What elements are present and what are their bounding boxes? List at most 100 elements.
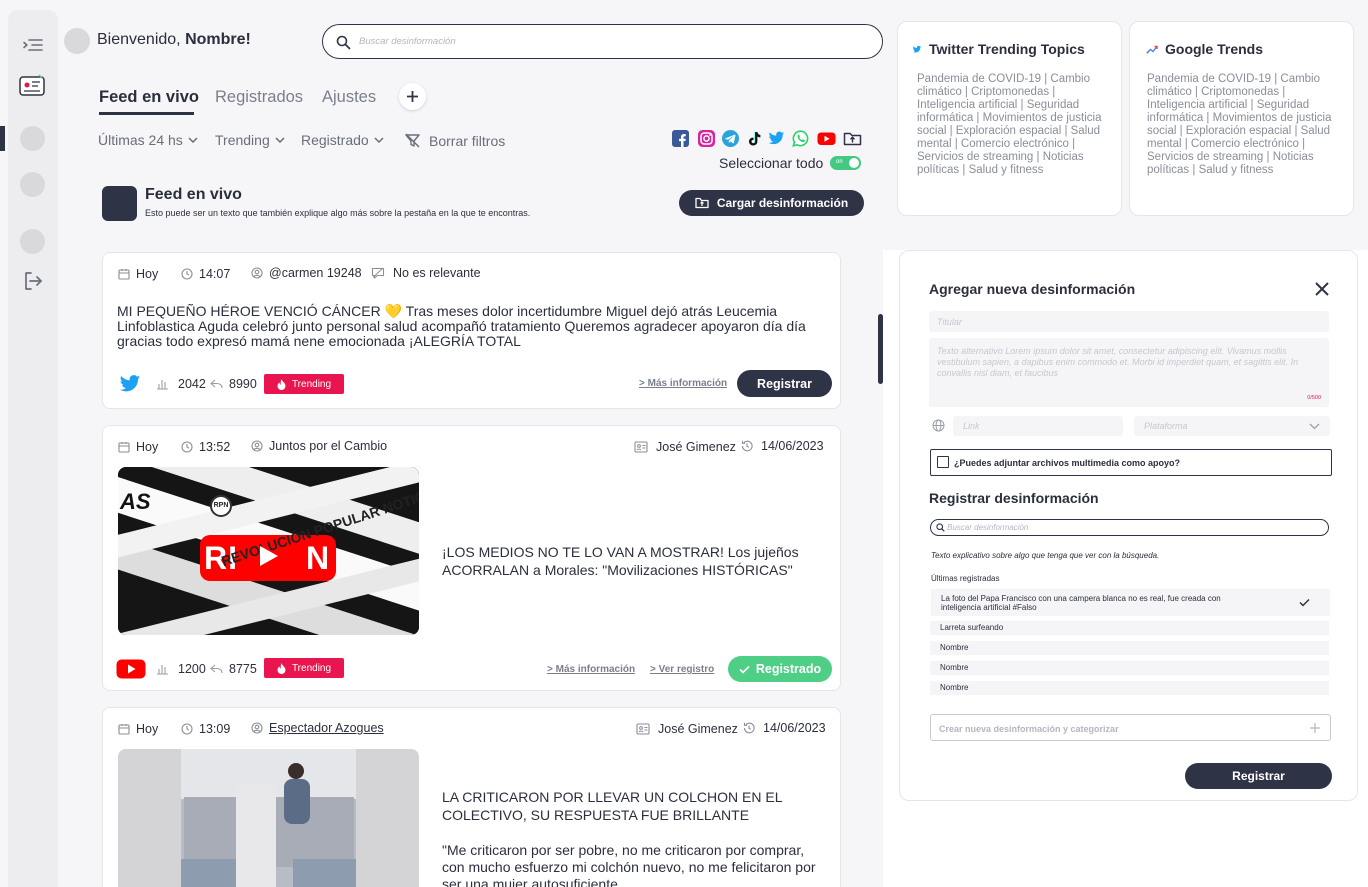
avatar[interactable] xyxy=(64,28,90,54)
attach-checkbox[interactable] xyxy=(937,456,949,468)
post-author-name: Juntos por el Cambio xyxy=(269,439,388,453)
more-info-link[interactable]: > Más información xyxy=(547,664,635,675)
link-input[interactable]: Link xyxy=(953,416,1123,436)
search-icon xyxy=(336,35,351,50)
filter-time-label: Últimas 24 hs xyxy=(98,132,183,148)
post-author[interactable]: @carmen 19248 xyxy=(251,266,362,280)
recent-item[interactable]: Nombre xyxy=(930,641,1329,655)
post-shares: 8990 xyxy=(210,377,257,391)
filter-off-icon xyxy=(405,133,420,148)
description-placeholder: Texto alternativo Lorem ipsum dolor sit … xyxy=(937,346,1299,378)
view-record-link[interactable]: > Ver registro xyxy=(650,664,714,675)
bar-chart-icon xyxy=(157,380,168,390)
post-day: Hoy xyxy=(136,440,159,454)
toggle-knob xyxy=(849,158,859,168)
plus-icon[interactable] xyxy=(1310,723,1320,733)
post-date: Hoy xyxy=(118,267,158,281)
post-views-value: 1200 xyxy=(178,662,206,676)
post-time-value: 13:09 xyxy=(199,722,231,736)
registered-by-name: José Gimenez xyxy=(658,722,738,736)
title-placeholder: Titular xyxy=(937,317,962,327)
post-shares: 8775 xyxy=(210,662,257,676)
select-all-toggle[interactable]: on xyxy=(830,156,861,170)
post-author[interactable]: Juntos por el Cambio xyxy=(251,439,387,453)
instagram-icon[interactable] xyxy=(698,130,715,147)
twitter-icon[interactable] xyxy=(768,130,785,147)
select-all-label: Seleccionar todo xyxy=(719,155,824,171)
post-text: MI PEQUEÑO HÉROE VENCIÓ CÁNCER 💛 Tras me… xyxy=(117,303,806,349)
recent-label: Últimas registradas xyxy=(931,574,1000,583)
tab-feed-en-vivo[interactable]: Feed en vivo xyxy=(99,88,199,107)
search-input[interactable]: Buscar desinformación xyxy=(322,24,883,59)
recent-item[interactable]: Nombre xyxy=(930,681,1329,695)
attach-media-checkbox-row[interactable]: ¿Puedes adjuntar archivos multimedia com… xyxy=(930,449,1332,476)
telegram-icon[interactable] xyxy=(722,130,739,147)
description-textarea[interactable]: Texto alternativo Lorem ipsum dolor sit … xyxy=(929,338,1329,407)
post-author[interactable]: Espectador Azogues xyxy=(251,721,384,735)
more-info-link[interactable]: > Más información xyxy=(639,378,727,389)
welcome-name: Nombre! xyxy=(185,31,251,48)
fire-icon xyxy=(277,662,286,674)
post-text-headline: LA CRITICARON POR LLEVAR UN COLCHON EN E… xyxy=(442,789,782,823)
google-trends-title: Google Trends xyxy=(1146,41,1263,57)
register-button[interactable]: Registrar xyxy=(737,370,832,397)
post-day: Hoy xyxy=(136,722,159,736)
clear-filters-label: Borrar filtros xyxy=(429,132,506,149)
close-icon[interactable] xyxy=(1314,281,1330,297)
calendar-icon xyxy=(118,724,130,735)
filter-registered-dropdown[interactable]: Registrado xyxy=(301,132,384,148)
clear-filters-button[interactable]: Borrar filtros xyxy=(404,132,505,149)
video-thumbnail[interactable]: RI N REVOLUCIÓN POPULAR NOTICIAS AS RPN xyxy=(118,467,419,635)
post-image[interactable] xyxy=(118,749,419,887)
post-text-body: "Me criticaron por ser pobre, no me crit… xyxy=(442,842,816,887)
whatsapp-icon[interactable] xyxy=(792,130,809,147)
helper-text: Texto explicativo sobre algo que tenga q… xyxy=(931,551,1160,560)
register-search-input[interactable]: Buscar desinformación xyxy=(930,519,1329,536)
char-counter: 0/500 xyxy=(1307,395,1321,401)
recent-item[interactable]: Larreta surfeando xyxy=(930,621,1329,635)
post-registered-date: 14/06/2023 xyxy=(742,721,826,735)
registered-button[interactable]: Registrado xyxy=(728,656,832,682)
add-tab-button[interactable] xyxy=(399,83,426,110)
clock-icon xyxy=(181,441,193,453)
post-registered-by: José Gimenez xyxy=(634,440,736,454)
youtube-icon[interactable] xyxy=(817,130,836,147)
tab-registrados[interactable]: Registrados xyxy=(215,88,303,107)
twitter-icon xyxy=(118,373,142,395)
post-views: 1200 xyxy=(156,662,206,676)
tiktok-icon[interactable] xyxy=(746,130,763,147)
folder-upload-icon[interactable] xyxy=(843,130,862,147)
google-trends-list: Pandemia de COVID-19 | Cambio climático … xyxy=(1147,73,1332,176)
google-trends-panel: Google Trends Pandemia de COVID-19 | Cam… xyxy=(1129,21,1354,216)
sidebar-item-1[interactable] xyxy=(20,126,45,151)
logout-icon[interactable] xyxy=(20,268,46,294)
not-relevant-icon xyxy=(371,267,385,279)
recent-item[interactable]: Nombre xyxy=(930,661,1329,675)
facebook-icon[interactable] xyxy=(672,130,689,147)
title-input[interactable]: Titular xyxy=(929,311,1329,332)
upload-disinfo-button[interactable]: Cargar desinformación xyxy=(679,190,864,216)
registered-date-value: 14/06/2023 xyxy=(763,721,826,735)
platform-select[interactable]: Plataforma xyxy=(1134,416,1330,436)
id-card-icon xyxy=(634,441,648,453)
chevron-down-icon xyxy=(374,137,384,143)
welcome-text: Bienvenido, Nombre! xyxy=(97,31,251,49)
filter-time-dropdown[interactable]: Últimas 24 hs xyxy=(98,132,198,148)
sidebar-item-3[interactable] xyxy=(20,229,45,254)
create-disinfo-input[interactable]: Crear nueva desinformación y categorizar xyxy=(930,714,1331,741)
collapse-menu-icon[interactable] xyxy=(20,32,46,58)
user-icon xyxy=(251,722,263,734)
app-logo-icon[interactable] xyxy=(17,71,47,101)
thumbnail-logo: RPN xyxy=(210,495,232,517)
chevron-down-icon xyxy=(275,137,285,143)
attach-label: ¿Puedes adjuntar archivos multimedia com… xyxy=(954,458,1181,468)
submit-register-button[interactable]: Registrar xyxy=(1185,763,1332,789)
tab-ajustes[interactable]: Ajustes xyxy=(322,88,376,107)
sidebar-item-2[interactable] xyxy=(20,172,45,197)
recent-item-selected[interactable]: La foto del Papa Francisco con una campe… xyxy=(931,589,1330,616)
platform-placeholder: Plataforma xyxy=(1144,421,1188,431)
active-tab-underline xyxy=(99,112,194,115)
twitter-trends-title: Twitter Trending Topics xyxy=(912,41,1085,57)
filter-trending-dropdown[interactable]: Trending xyxy=(215,132,285,148)
filter-trending-label: Trending xyxy=(215,132,270,148)
